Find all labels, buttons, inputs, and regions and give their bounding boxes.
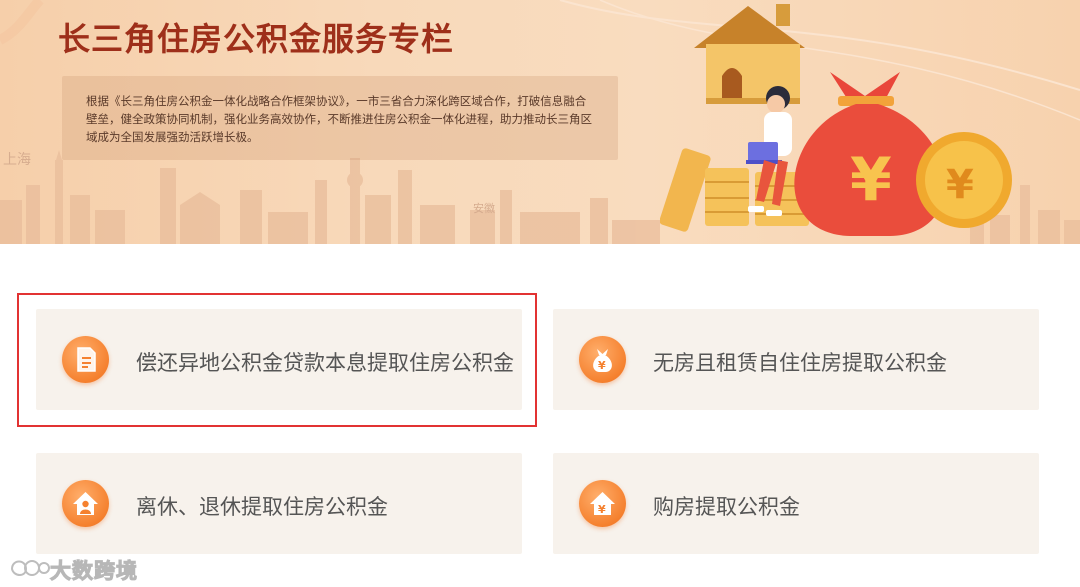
house-person-icon [62, 480, 109, 527]
service-card-label: 无房且租赁自住住房提取公积金 [653, 351, 947, 375]
watermark-text: 大数跨境 [50, 559, 138, 584]
house-illustration-icon [694, 4, 805, 104]
house-yen-icon: ¥ [579, 480, 626, 527]
banner-illustration: ¥ ¥ [660, 4, 1012, 236]
anhui-label: 安徽 [473, 202, 495, 215]
service-card-purchase[interactable]: ¥ 购房提取公积金 [553, 453, 1039, 554]
banner-title: 长三角住房公积金服务专栏 [58, 20, 455, 58]
banner: 长三角住房公积金服务专栏 根据《长三角住房公积金一体化战略合作框架协议》，一市三… [0, 0, 1080, 244]
service-card-retirement[interactable]: 离休、退休提取住房公积金 [36, 453, 522, 554]
service-card-label: 购房提取公积金 [653, 495, 800, 519]
gold-coin-yen-symbol: ¥ [946, 162, 974, 208]
service-card-repay-loan[interactable]: 偿还异地公积金贷款本息提取住房公积金 [36, 309, 522, 410]
document-icon [62, 336, 109, 383]
service-card-label: 离休、退休提取住房公积金 [136, 495, 388, 519]
service-card-rent[interactable]: ¥ 无房且租赁自住住房提取公积金 [553, 309, 1039, 410]
money-bag-icon: ¥ [579, 336, 626, 383]
intro-text: 根据《长三角住房公积金一体化战略合作框架协议》，一市三省合力深化跨区域合作，打破… [86, 94, 592, 144]
shanghai-label: 上海 [3, 152, 31, 168]
money-bag-illustration-icon: ¥ [794, 72, 946, 236]
coin-stack-left-icon [660, 148, 809, 232]
svg-text:¥: ¥ [598, 359, 606, 372]
gold-coin-icon: ¥ [916, 132, 1012, 228]
money-bag-yen-symbol: ¥ [850, 145, 892, 215]
service-card-label: 偿还异地公积金贷款本息提取住房公积金 [136, 351, 514, 375]
city-skyline-decoration [0, 150, 660, 244]
watermark-logo-icon [10, 560, 50, 576]
svg-text:¥: ¥ [598, 503, 606, 516]
